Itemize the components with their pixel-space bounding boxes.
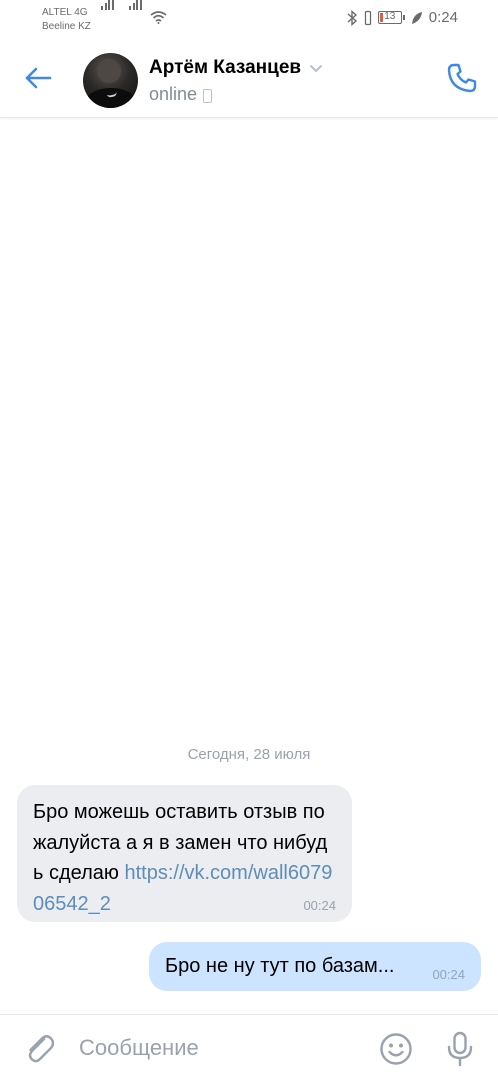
- message-text: Бро не ну тут по базам...: [165, 955, 395, 977]
- back-button[interactable]: [20, 60, 56, 96]
- message-composer: [0, 1014, 498, 1080]
- paperclip-icon: [28, 1035, 54, 1063]
- date-separator: Сегодня, 28 июля: [187, 746, 311, 763]
- voice-message-button[interactable]: [442, 1030, 478, 1068]
- incoming-message[interactable]: Бро можешь оставить отзыв пожалуйста а я…: [17, 785, 352, 922]
- outgoing-message[interactable]: Бро не ну тут по базам... 00:24: [149, 942, 481, 991]
- attach-button[interactable]: [22, 1030, 56, 1066]
- mobile-icon: [203, 88, 213, 103]
- message-time: 00:24: [303, 898, 336, 913]
- status-right: 13 0:24: [346, 9, 458, 26]
- carrier-info: ALTEL 4G Beeline KZ: [42, 6, 91, 34]
- call-button[interactable]: [444, 60, 480, 96]
- arrow-left-icon: [25, 67, 52, 89]
- smile-icon: [380, 1033, 412, 1065]
- message-text: Бро можешь оставить отзыв пожалуйста а я…: [33, 797, 336, 919]
- online-status: online: [149, 84, 213, 105]
- microphone-icon: [447, 1031, 473, 1067]
- clock: 0:24: [428, 9, 458, 26]
- message-time: 00:24: [432, 967, 465, 982]
- message-input[interactable]: [79, 1029, 359, 1067]
- contact-name: Артём Казанцев: [149, 57, 302, 78]
- status-bar: ALTEL 4G Beeline KZ 13 0:24: [0, 0, 498, 40]
- contact-name-row[interactable]: Артём Казанцев: [149, 57, 323, 79]
- leaf-icon: [411, 11, 422, 24]
- vibrate-icon: [364, 10, 371, 25]
- wifi-icon: [150, 11, 167, 24]
- online-label: online: [149, 84, 198, 104]
- avatar[interactable]: [83, 53, 138, 108]
- chat-header: Артём Казанцев online: [0, 40, 498, 118]
- chevron-down-icon: [310, 64, 323, 72]
- carrier-1: ALTEL 4G: [42, 7, 88, 18]
- battery-level: 13: [384, 11, 396, 22]
- carrier-2: Beeline KZ: [42, 21, 91, 32]
- phone-icon: [447, 63, 477, 93]
- emoji-button[interactable]: [378, 1031, 414, 1067]
- bluetooth-icon: [347, 9, 357, 26]
- battery-icon: 13: [377, 11, 405, 24]
